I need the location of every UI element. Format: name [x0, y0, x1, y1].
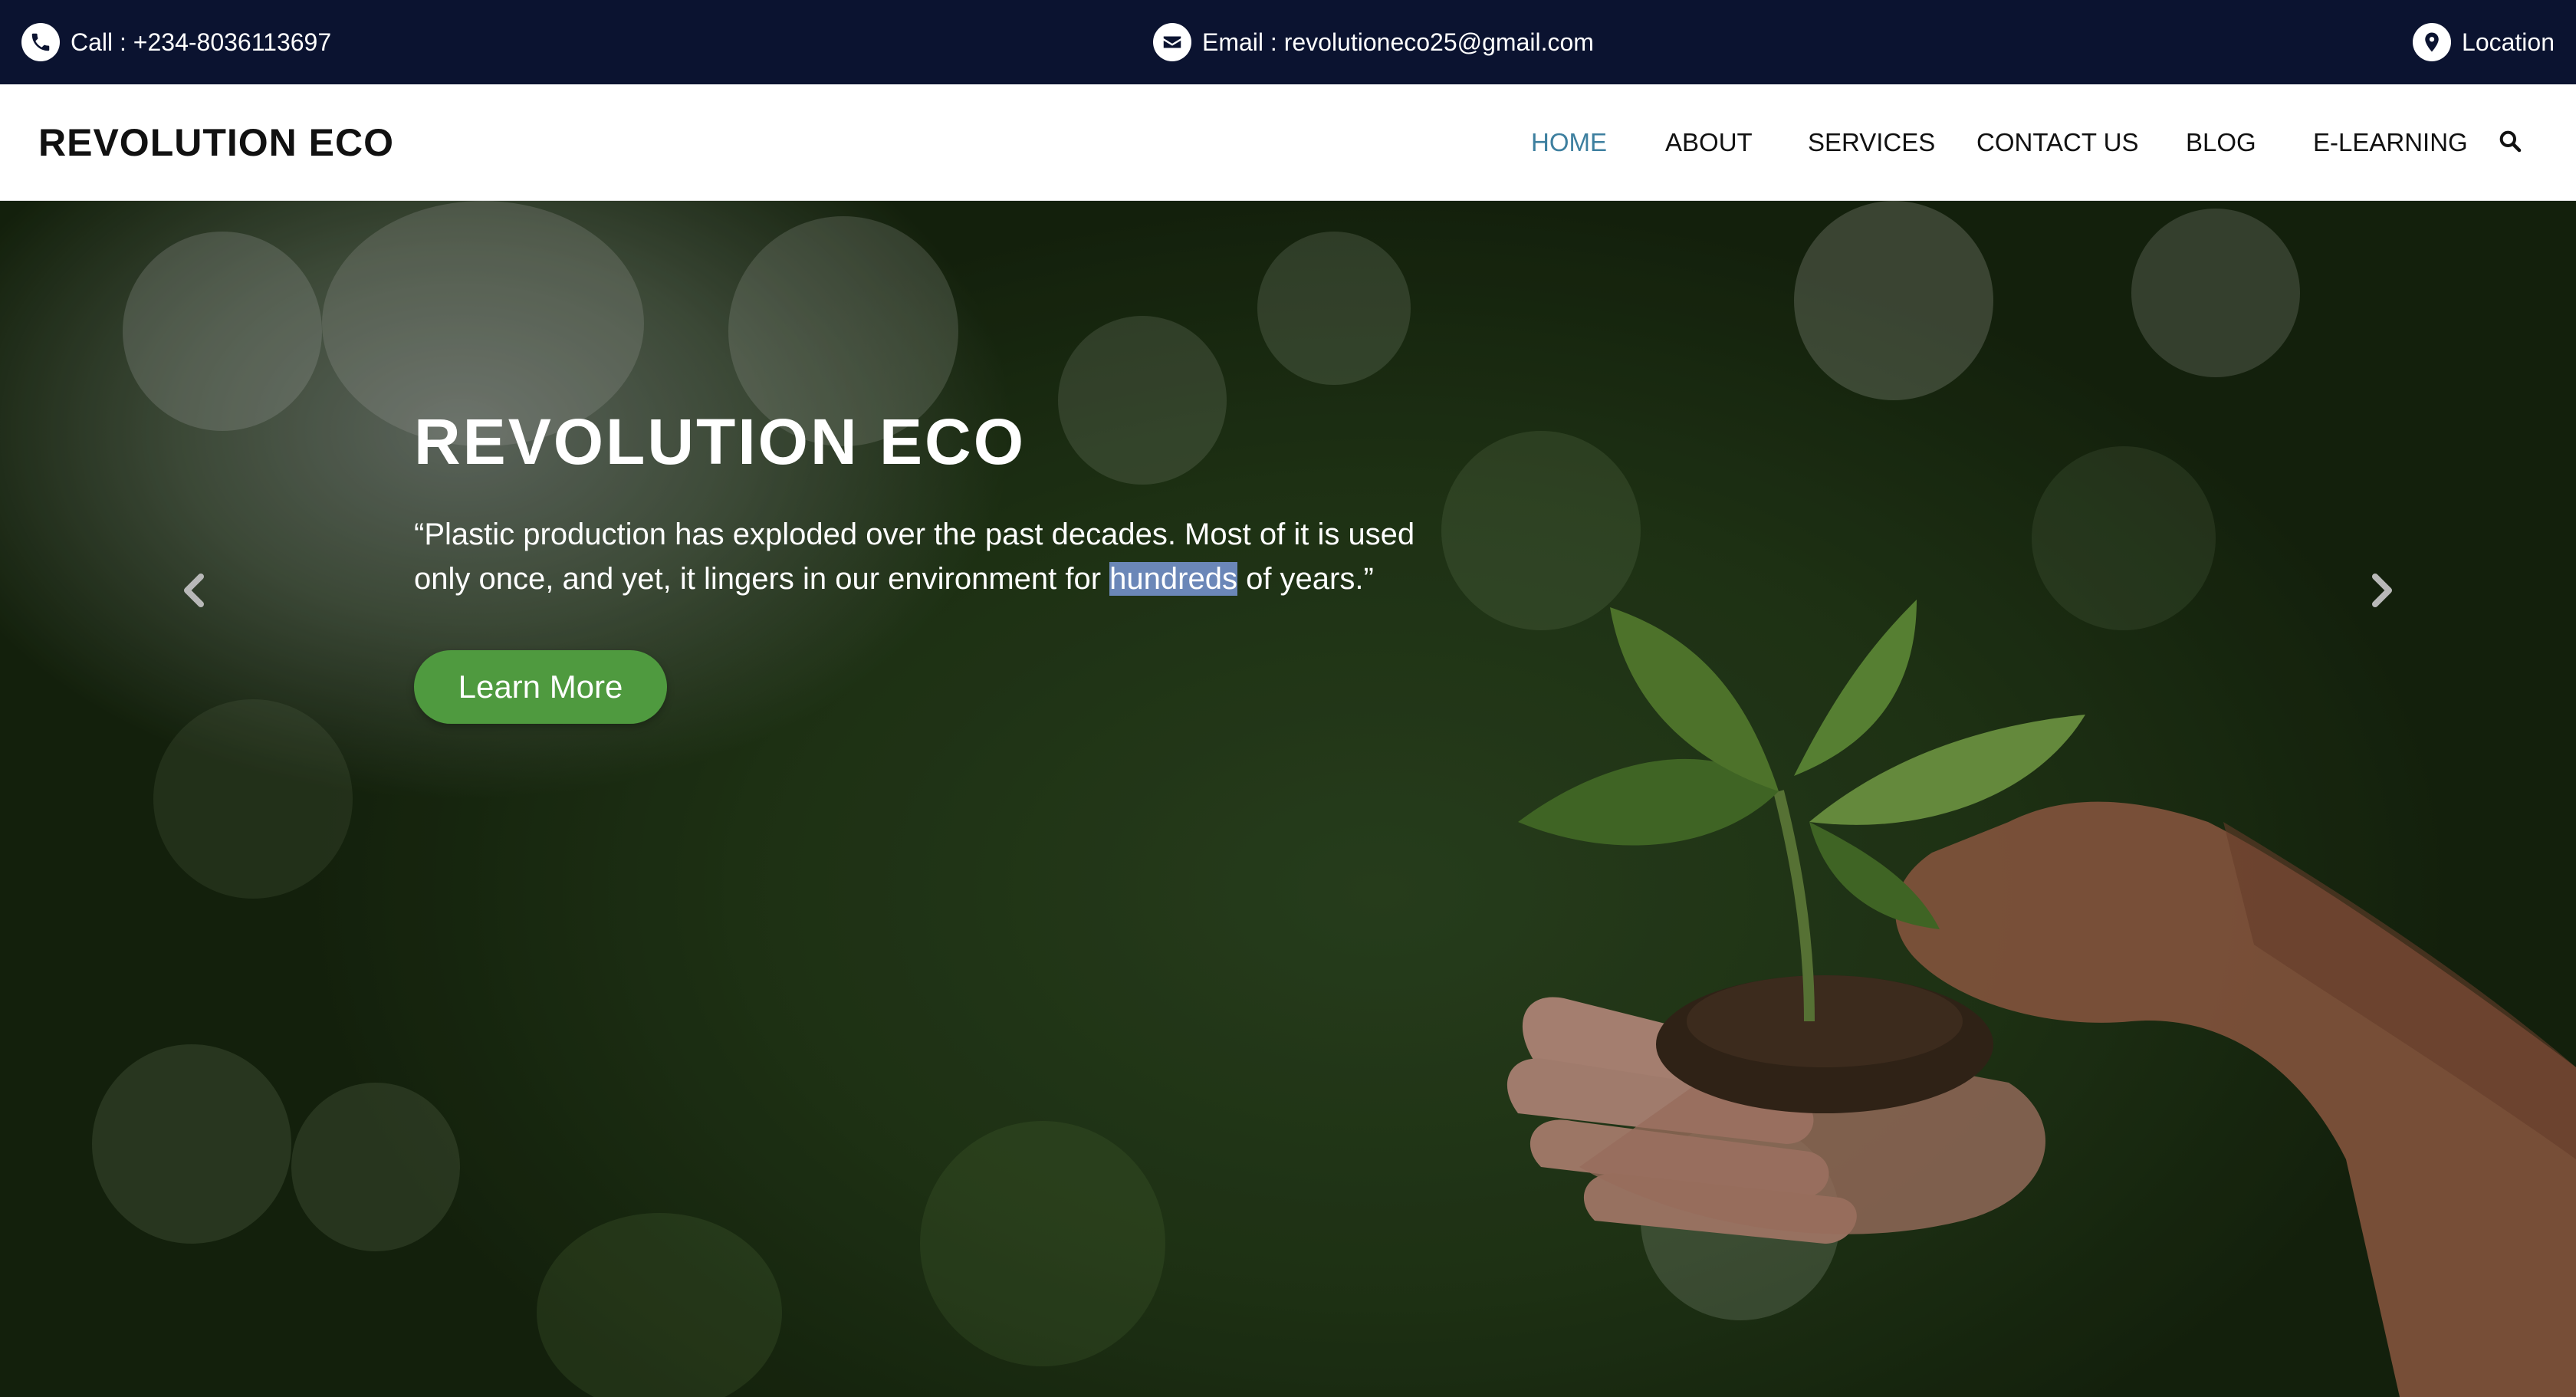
hero-quote-selected-word: hundreds	[1109, 562, 1237, 596]
nav-contact-us[interactable]: CONTACT US	[1976, 84, 2138, 201]
contact-call[interactable]: Call : +234-8036113697	[21, 0, 331, 84]
nav-blog[interactable]: BLOG	[2186, 84, 2256, 201]
nav-about[interactable]: ABOUT	[1665, 84, 1753, 201]
email-text: Email : revolutioneco25@gmail.com	[1202, 28, 1594, 56]
location-text: Location	[2462, 28, 2555, 56]
hero-slider: REVOLUTION ECO “Plastic production has e…	[0, 201, 2576, 1397]
map-pin-icon	[2413, 23, 2452, 61]
chevron-left-icon	[178, 572, 209, 613]
chevron-right-icon	[2367, 572, 2398, 613]
hero-overlay	[0, 201, 2576, 1397]
nav-e-learning[interactable]: E-LEARNING	[2313, 84, 2468, 201]
nav-home[interactable]: HOME	[1531, 84, 1607, 201]
contact-location[interactable]: Location	[2413, 0, 2555, 84]
hero-quote-end: of years.”	[1237, 562, 1374, 596]
hero-quote: “Plastic production has exploded over th…	[414, 512, 1441, 601]
learn-more-button[interactable]: Learn More	[414, 650, 667, 724]
top-info-bar: Call : +234-8036113697 Email : revolutio…	[0, 0, 2576, 84]
search-icon	[2498, 129, 2522, 157]
contact-email[interactable]: Email : revolutioneco25@gmail.com	[1153, 0, 1594, 84]
phone-icon	[21, 23, 60, 61]
search-button[interactable]	[2498, 84, 2522, 201]
nav-services[interactable]: SERVICES	[1808, 84, 1935, 201]
brand-logo[interactable]: REVOLUTION ECO	[38, 84, 394, 201]
main-navbar: REVOLUTION ECO HOME ABOUT SERVICES CONTA…	[0, 84, 2576, 201]
hero-title: REVOLUTION ECO	[414, 406, 1027, 478]
slider-next-button[interactable]	[2360, 569, 2406, 615]
call-text: Call : +234-8036113697	[71, 28, 332, 56]
mail-icon	[1153, 23, 1191, 61]
slider-prev-button[interactable]	[170, 569, 216, 615]
